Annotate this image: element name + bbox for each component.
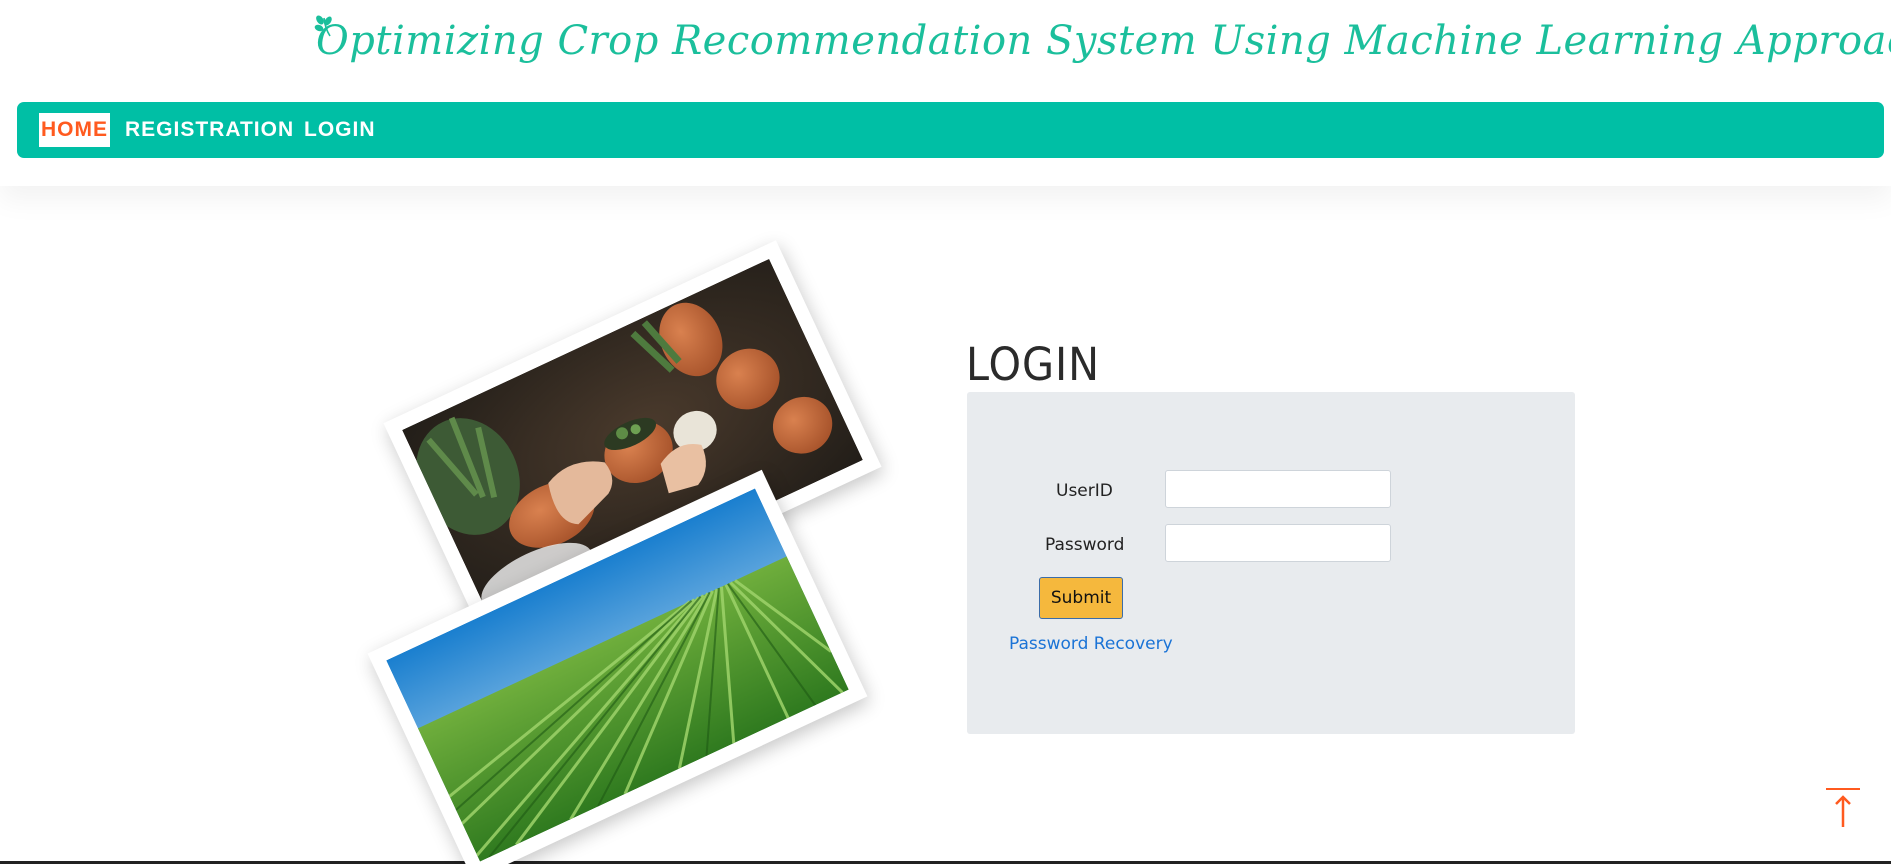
- arrow-up-icon: [1826, 788, 1860, 827]
- nav-home[interactable]: HOME: [39, 113, 110, 147]
- nav-registration[interactable]: REGISTRATION: [125, 113, 294, 147]
- back-to-top-button[interactable]: [1824, 785, 1862, 829]
- password-input[interactable]: [1165, 524, 1391, 562]
- userid-label: UserID: [1056, 481, 1113, 501]
- submit-button[interactable]: Submit: [1039, 577, 1123, 619]
- password-recovery-link[interactable]: Password Recovery: [1009, 634, 1173, 654]
- site-title: Optimizing Crop Recommendation System Us…: [316, 18, 1891, 64]
- userid-input[interactable]: [1165, 470, 1391, 508]
- login-form: UserID Password Submit Password Recovery: [967, 392, 1575, 734]
- login-title: LOGIN: [966, 338, 1101, 391]
- password-label: Password: [1045, 535, 1125, 555]
- site-header: Optimizing Crop Recommendation System Us…: [0, 0, 1891, 186]
- nav-login[interactable]: LOGIN: [304, 113, 376, 147]
- main-navbar: HOME REGISTRATION LOGIN: [17, 102, 1884, 158]
